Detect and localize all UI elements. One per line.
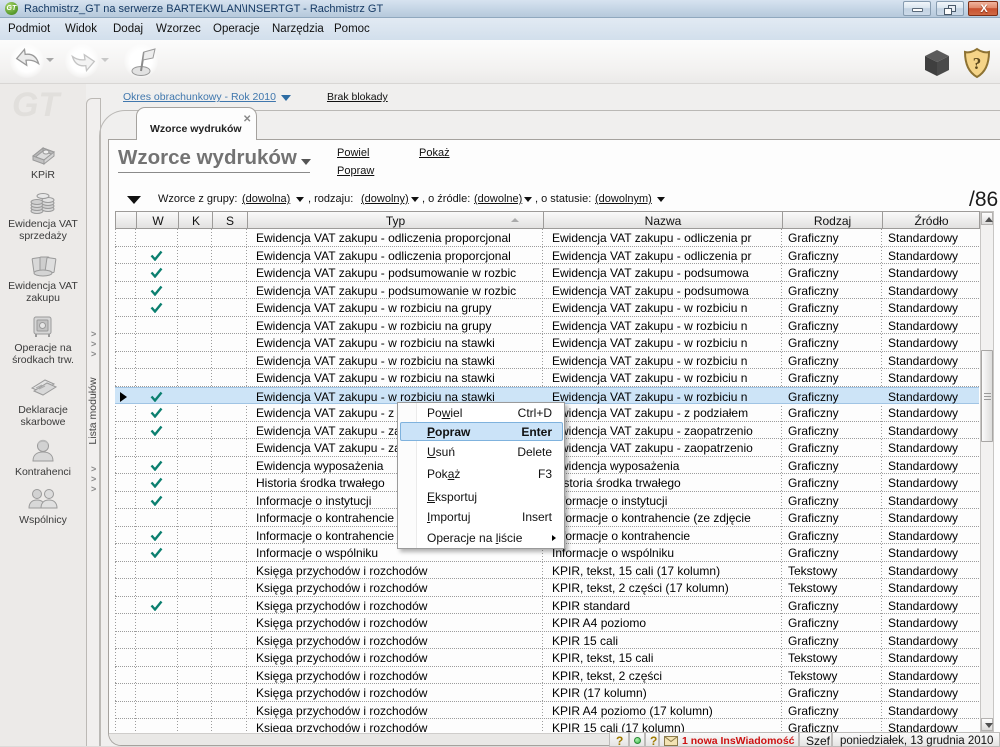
svg-text:?: ? bbox=[973, 54, 982, 73]
